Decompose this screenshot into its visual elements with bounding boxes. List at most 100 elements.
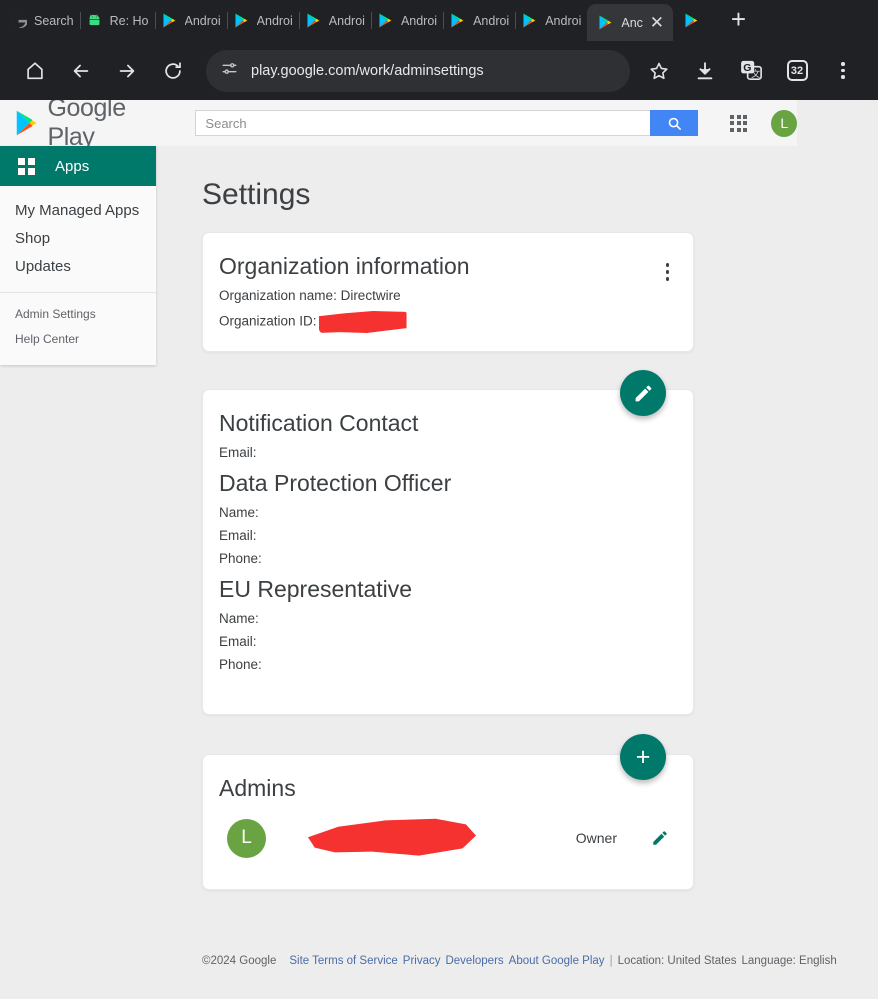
google-g-icon	[10, 12, 28, 29]
redaction-mark-admin-name	[308, 818, 476, 856]
address-bar[interactable]: play.google.com/work/adminsettings	[206, 49, 630, 92]
admins-card: Admins L Owner	[202, 754, 694, 890]
tab-separator	[443, 12, 445, 29]
table-row: L Owner	[203, 802, 693, 858]
google-play-icon	[377, 12, 394, 29]
sidebar-item-label: Shop	[15, 229, 51, 247]
sidebar-item-my-managed-apps[interactable]: My Managed Apps	[0, 196, 156, 224]
page-footer: ©2024 Google Site Terms of Service Priva…	[202, 955, 837, 967]
tab-separator	[370, 12, 372, 29]
tab-separator	[154, 12, 156, 29]
sidebar-item-apps[interactable]: Apps	[0, 146, 156, 186]
browser-tab-active[interactable]: Anc ✕	[587, 4, 673, 41]
tab-counter-button[interactable]: 32	[774, 48, 820, 94]
eu-name-label: Name:	[219, 611, 259, 626]
admin-role: Owner	[575, 830, 617, 846]
browser-tab-5[interactable]: Androi	[370, 0, 443, 41]
browser-tab-6[interactable]: Androi	[443, 0, 515, 41]
sidebar-item-label: Help Center	[15, 331, 80, 346]
footer-language: Language: English	[741, 955, 837, 967]
redaction-mark-org-id	[318, 311, 407, 333]
footer-link-developers[interactable]: Developers	[445, 955, 503, 967]
reload-icon[interactable]	[150, 48, 196, 94]
sidebar-item-shop[interactable]: Shop	[0, 224, 156, 252]
dpo-email-label: Email:	[219, 528, 257, 543]
search-bar	[195, 110, 699, 136]
footer-separator: |	[609, 955, 613, 967]
google-play-logo[interactable]: Google Play	[14, 100, 167, 152]
search-input[interactable]	[195, 110, 651, 136]
footer-link-privacy[interactable]: Privacy	[403, 955, 441, 967]
footer-link-about-google-play[interactable]: About Google Play	[509, 955, 605, 967]
browser-tab-7[interactable]: Androi	[515, 0, 587, 41]
sidebar-item-label: Apps	[55, 157, 90, 175]
home-icon[interactable]	[12, 48, 58, 94]
close-icon[interactable]: ✕	[648, 14, 666, 31]
pencil-icon	[635, 385, 651, 401]
edit-notification-contact-fab[interactable]	[620, 370, 666, 416]
browser-tab-1[interactable]: Re: Ho	[79, 0, 155, 41]
google-play-icon	[16, 110, 37, 136]
dpo-section-title: Data Protection Officer	[219, 470, 452, 496]
menu-dots	[841, 62, 845, 79]
google-play-icon	[521, 12, 538, 29]
apps-grid-icon[interactable]	[730, 114, 748, 132]
tab-separator	[515, 12, 517, 29]
tab-label: Androi	[473, 13, 510, 28]
browser-toolbar: play.google.com/work/adminsettings G 文 3…	[0, 41, 878, 100]
tab-separator	[226, 12, 228, 29]
svg-text:文: 文	[751, 68, 760, 79]
sidebar-item-updates[interactable]: Updates	[0, 252, 156, 280]
main-content: Settings Organization information Organi…	[156, 146, 878, 999]
browser-tab-2[interactable]: Androi	[154, 0, 227, 41]
tune-icon[interactable]	[220, 59, 239, 83]
add-admin-fab[interactable]: +	[620, 734, 666, 780]
avatar: L	[227, 818, 266, 858]
eu-phone-label: Phone:	[219, 657, 262, 672]
search-button[interactable]	[650, 110, 699, 136]
card-title: Organization information	[219, 253, 470, 279]
grid-icon	[18, 157, 35, 175]
edit-admin-pencil-icon[interactable]	[651, 829, 669, 847]
tab-label: Androi	[256, 13, 293, 28]
android-robot-icon	[86, 12, 103, 29]
footer-link-site-terms[interactable]: Site Terms of Service	[289, 955, 397, 967]
page-title: Settings	[202, 178, 311, 211]
notification-email-label: Email:	[219, 445, 257, 460]
tab-label: Re: Ho	[109, 13, 149, 28]
browser-tab-next-partial[interactable]	[673, 0, 719, 41]
organization-id-label: Organization ID:	[219, 313, 317, 329]
google-play-icon	[161, 12, 178, 29]
avatar[interactable]: L	[771, 109, 797, 137]
browser-tab-3[interactable]: Androi	[226, 0, 299, 41]
sidebar-item-label: My Managed Apps	[15, 201, 140, 219]
sidebar-item-help-center[interactable]: Help Center	[0, 326, 156, 351]
organization-id-row: Organization ID:	[203, 303, 693, 333]
sidebar-secondary-items: Admin Settings Help Center	[0, 293, 156, 365]
browser-chrome: Search Re: Ho Androi Androi Androi Andro…	[0, 0, 878, 100]
three-dot-menu-icon[interactable]	[662, 259, 674, 285]
google-play-icon	[683, 12, 700, 29]
sidebar: Apps My Managed Apps Shop Updates Admin …	[0, 146, 156, 365]
back-arrow-icon[interactable]	[58, 48, 104, 94]
tab-label: Androi	[328, 13, 365, 28]
pencil-icon	[653, 831, 667, 845]
browser-tab-0[interactable]: Search	[4, 0, 80, 41]
new-tab-button[interactable]: +	[731, 6, 746, 32]
url-text: play.google.com/work/adminsettings	[251, 62, 484, 79]
star-icon[interactable]	[636, 48, 682, 94]
download-icon[interactable]	[682, 48, 728, 94]
google-play-icon	[449, 12, 466, 29]
footer-location: Location: United States	[617, 955, 737, 967]
tab-label: Androi	[400, 13, 438, 28]
organization-name-line: Organization name: Directwire	[219, 288, 401, 303]
sidebar-item-admin-settings[interactable]: Admin Settings	[0, 301, 156, 326]
forward-arrow-icon[interactable]	[104, 48, 150, 94]
three-dot-menu-icon[interactable]	[820, 48, 866, 94]
notification-contact-card: Notification Contact Email: Data Protect…	[202, 389, 694, 715]
browser-tab-4[interactable]: Androi	[298, 0, 371, 41]
copyright-text: ©2024 Google	[202, 955, 277, 967]
search-icon	[668, 117, 681, 130]
plus-icon: +	[635, 742, 651, 771]
translate-icon[interactable]: G 文	[728, 48, 774, 94]
